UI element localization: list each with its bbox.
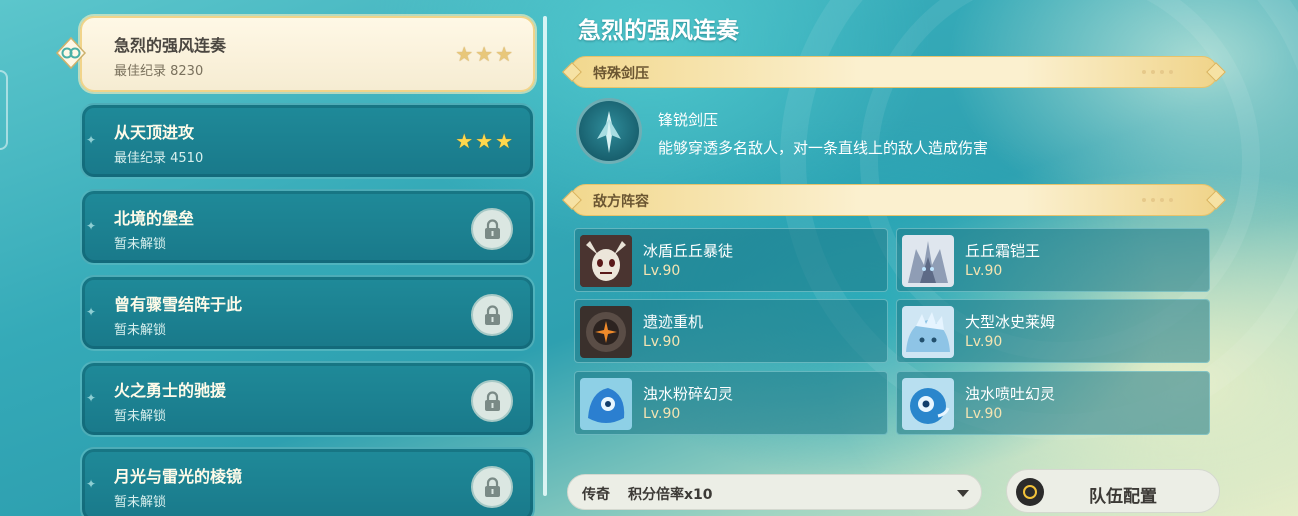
challenge-best-score: 最佳纪录 8230	[114, 64, 204, 79]
water-phantasm-icon	[580, 378, 632, 430]
enemy-card[interactable]: 冰盾丘丘暴徒 Lv.90	[574, 228, 888, 292]
ice-slime-icon	[902, 306, 954, 358]
lock-icon	[471, 466, 513, 508]
special-section-banner: 特殊剑压	[562, 56, 1226, 88]
enemy-level: Lv.90	[965, 406, 1003, 422]
enemy-name: 冰盾丘丘暴徒	[643, 242, 734, 260]
enemy-card[interactable]: 大型冰史莱姆 Lv.90	[896, 299, 1210, 363]
star-rating: ★ ★ ★	[455, 131, 513, 151]
challenge-lock-status: 暂未解锁	[114, 409, 167, 424]
card-edge-ornament: ✦	[86, 305, 97, 319]
enemy-card[interactable]: 浊水喷吐幻灵 Lv.90	[896, 371, 1210, 435]
enemy-name: 浊水粉碎幻灵	[643, 385, 734, 403]
enemy-level: Lv.90	[965, 263, 1003, 279]
lock-icon	[471, 294, 513, 336]
challenge-lock-status: 暂未解锁	[114, 495, 167, 510]
team-config-label: 队伍配置	[1089, 487, 1157, 507]
skill-name: 锋锐剑压	[658, 111, 719, 129]
card-edge-ornament: ✦	[86, 133, 97, 147]
star-icon: ★	[475, 42, 494, 66]
challenge-card-1[interactable]: ✦ 急烈的强风连奏 最佳纪录 8230 ★ ★ ★	[66, 16, 535, 92]
enemy-card[interactable]: 遗迹重机 Lv.90	[574, 299, 888, 363]
challenge-lock-status: 暂未解锁	[114, 323, 167, 338]
challenge-card-6[interactable]: ✦ 月光与雷光的棱镜 暂未解锁	[80, 447, 535, 516]
enemy-card[interactable]: 浊水粉碎幻灵 Lv.90	[574, 371, 888, 435]
lock-icon	[471, 208, 513, 250]
challenge-card-2[interactable]: ✦ 从天顶进攻 最佳纪录 4510 ★ ★ ★	[80, 103, 535, 179]
lock-icon	[471, 380, 513, 422]
challenge-title: 曾有骤雪结阵于此	[114, 295, 243, 314]
side-tab-handle[interactable]	[0, 70, 8, 150]
challenge-title: 月光与雷光的棱镜	[114, 467, 243, 486]
enemies-section-banner: 敌方阵容	[562, 184, 1226, 216]
challenge-card-5[interactable]: ✦ 火之勇士的驰援 暂未解锁	[80, 361, 535, 437]
enemy-level: Lv.90	[643, 263, 681, 279]
frost-king-icon	[902, 235, 954, 287]
water-phantasm-2-icon	[902, 378, 954, 430]
blade-pressure-icon	[576, 98, 642, 164]
enemy-level: Lv.90	[643, 406, 681, 422]
difficulty-dropdown[interactable]: 传奇 积分倍率x10	[567, 474, 982, 510]
difficulty-label: 传奇	[582, 487, 610, 503]
star-icon: ★	[495, 129, 513, 153]
ruin-machine-icon	[580, 306, 632, 358]
star-icon: ★	[475, 129, 494, 153]
enemy-name: 遗迹重机	[643, 313, 704, 331]
challenge-card-3[interactable]: ✦ 北境的堡垒 暂未解锁	[80, 189, 535, 265]
enemy-name: 浊水喷吐幻灵	[965, 385, 1056, 403]
enemy-card[interactable]: 丘丘霜铠王 Lv.90	[896, 228, 1210, 292]
enemy-name: 丘丘霜铠王	[965, 242, 1041, 260]
banner-dots	[1142, 198, 1173, 202]
selection-marker-icon	[54, 36, 88, 74]
challenge-title: 从天顶进攻	[114, 123, 195, 142]
chevron-down-icon	[957, 490, 969, 497]
team-config-button[interactable]: 队伍配置	[1006, 469, 1220, 513]
star-icon: ★	[495, 42, 513, 66]
difficulty-value: 积分倍率x10	[628, 487, 713, 503]
banner-cap	[562, 62, 582, 82]
card-edge-ornament: ✦	[86, 477, 97, 491]
challenge-lock-status: 暂未解锁	[114, 237, 167, 252]
section-label: 敌方阵容	[593, 194, 649, 210]
challenge-list: ✦ 急烈的强风连奏 最佳纪录 8230 ★ ★ ★ ✦ 从天顶进攻 最佳纪录 4…	[0, 0, 560, 516]
star-rating: ★ ★ ★	[455, 44, 513, 64]
challenge-title: 北境的堡垒	[114, 209, 195, 228]
banner-dots	[1142, 70, 1173, 74]
challenge-best-score: 最佳纪录 4510	[114, 151, 204, 166]
confirm-ring-icon	[1016, 478, 1044, 506]
section-label: 特殊剑压	[593, 66, 649, 82]
challenge-detail-title: 急烈的强风连奏	[578, 18, 739, 44]
challenge-title: 急烈的强风连奏	[114, 36, 227, 55]
card-edge-ornament: ✦	[86, 391, 97, 405]
list-scrollbar[interactable]	[543, 16, 547, 496]
star-icon: ★	[455, 42, 474, 66]
enemy-level: Lv.90	[643, 334, 681, 350]
card-edge-ornament: ✦	[86, 219, 97, 233]
star-icon: ★	[455, 129, 474, 153]
challenge-card-4[interactable]: ✦ 曾有骤雪结阵于此 暂未解锁	[80, 275, 535, 351]
skill-description: 能够穿透多名敌人，对一条直线上的敌人造成伤害	[658, 139, 989, 157]
banner-cap	[562, 190, 582, 210]
enemy-name: 大型冰史莱姆	[965, 313, 1056, 331]
challenge-title: 火之勇士的驰援	[114, 381, 227, 400]
enemy-level: Lv.90	[965, 334, 1003, 350]
hilichurl-mask-icon	[580, 235, 632, 287]
